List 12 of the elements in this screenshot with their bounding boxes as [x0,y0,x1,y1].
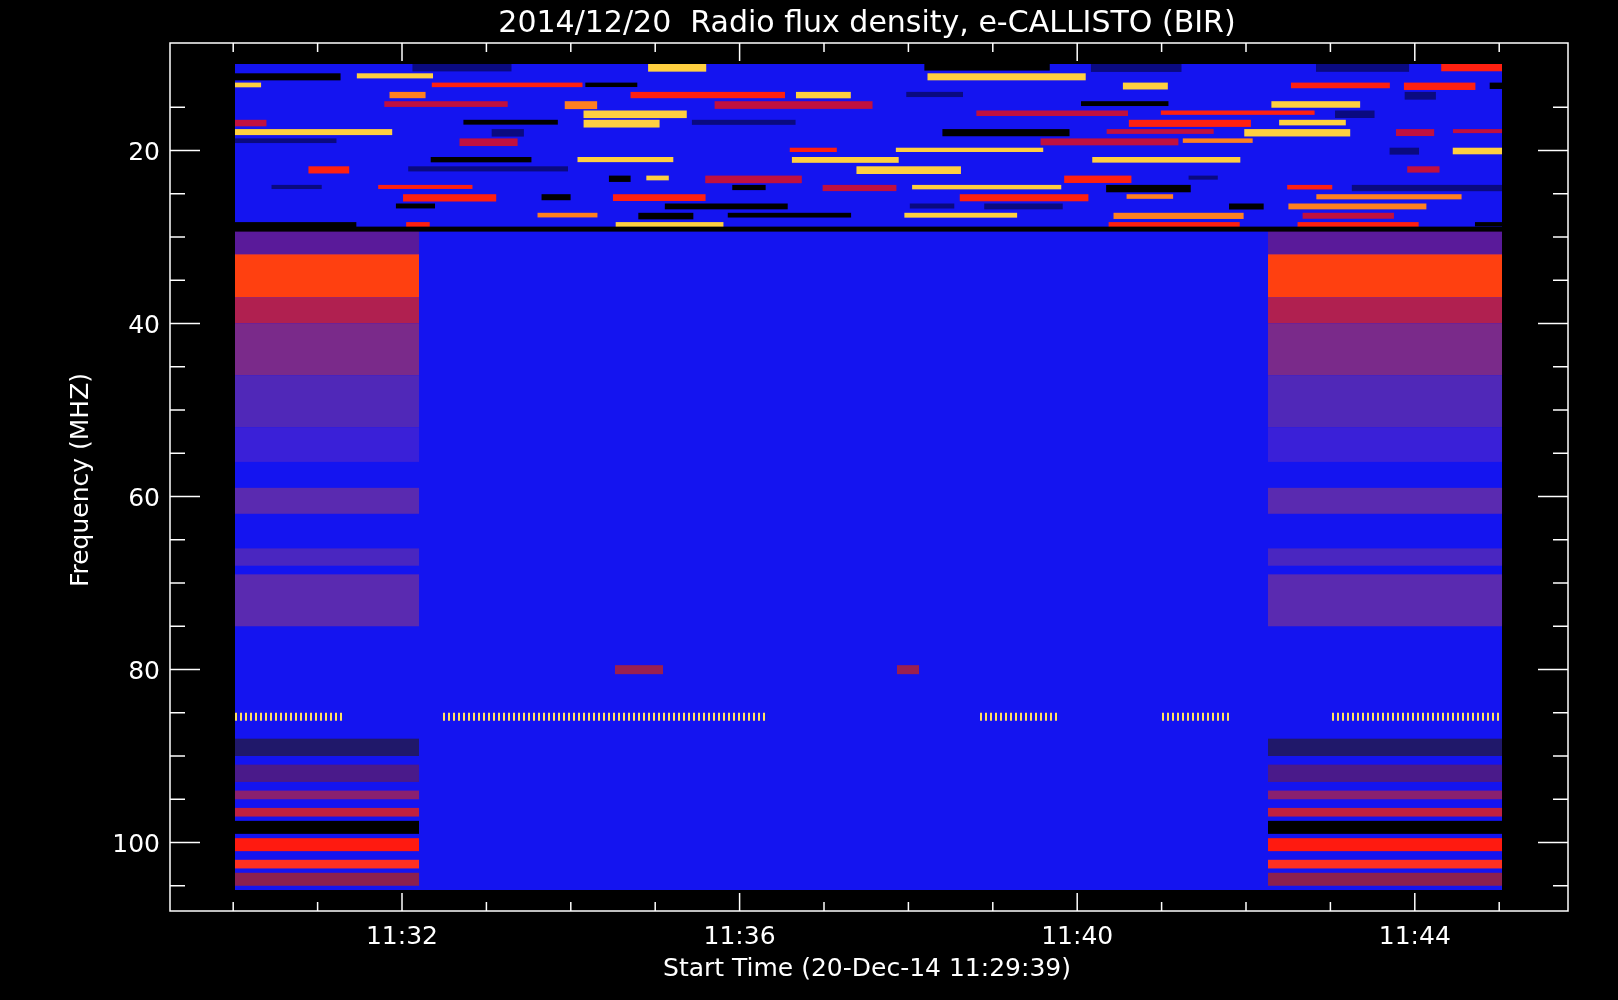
x-tick-label: 11:40 [1041,921,1114,950]
y-axis-label: Frequency (MHZ) [65,372,94,588]
x-tick-label: 11:32 [366,921,438,950]
y-tick-label: 20 [128,136,160,166]
x-tick-label: 11:44 [1378,921,1451,950]
y-tick-label: 60 [128,482,160,512]
y-tick-label: 40 [128,309,160,339]
chart-title: 2014/12/20 Radio flux density, e-CALLISTO (BIR) [498,4,1236,39]
y-tick-label: 100 [112,828,160,858]
x-tick-label: 11:36 [703,921,776,950]
y-tick-label: 80 [128,655,160,685]
x-axis-label: Start Time (20-Dec-14 11:29:39) [663,953,1071,982]
